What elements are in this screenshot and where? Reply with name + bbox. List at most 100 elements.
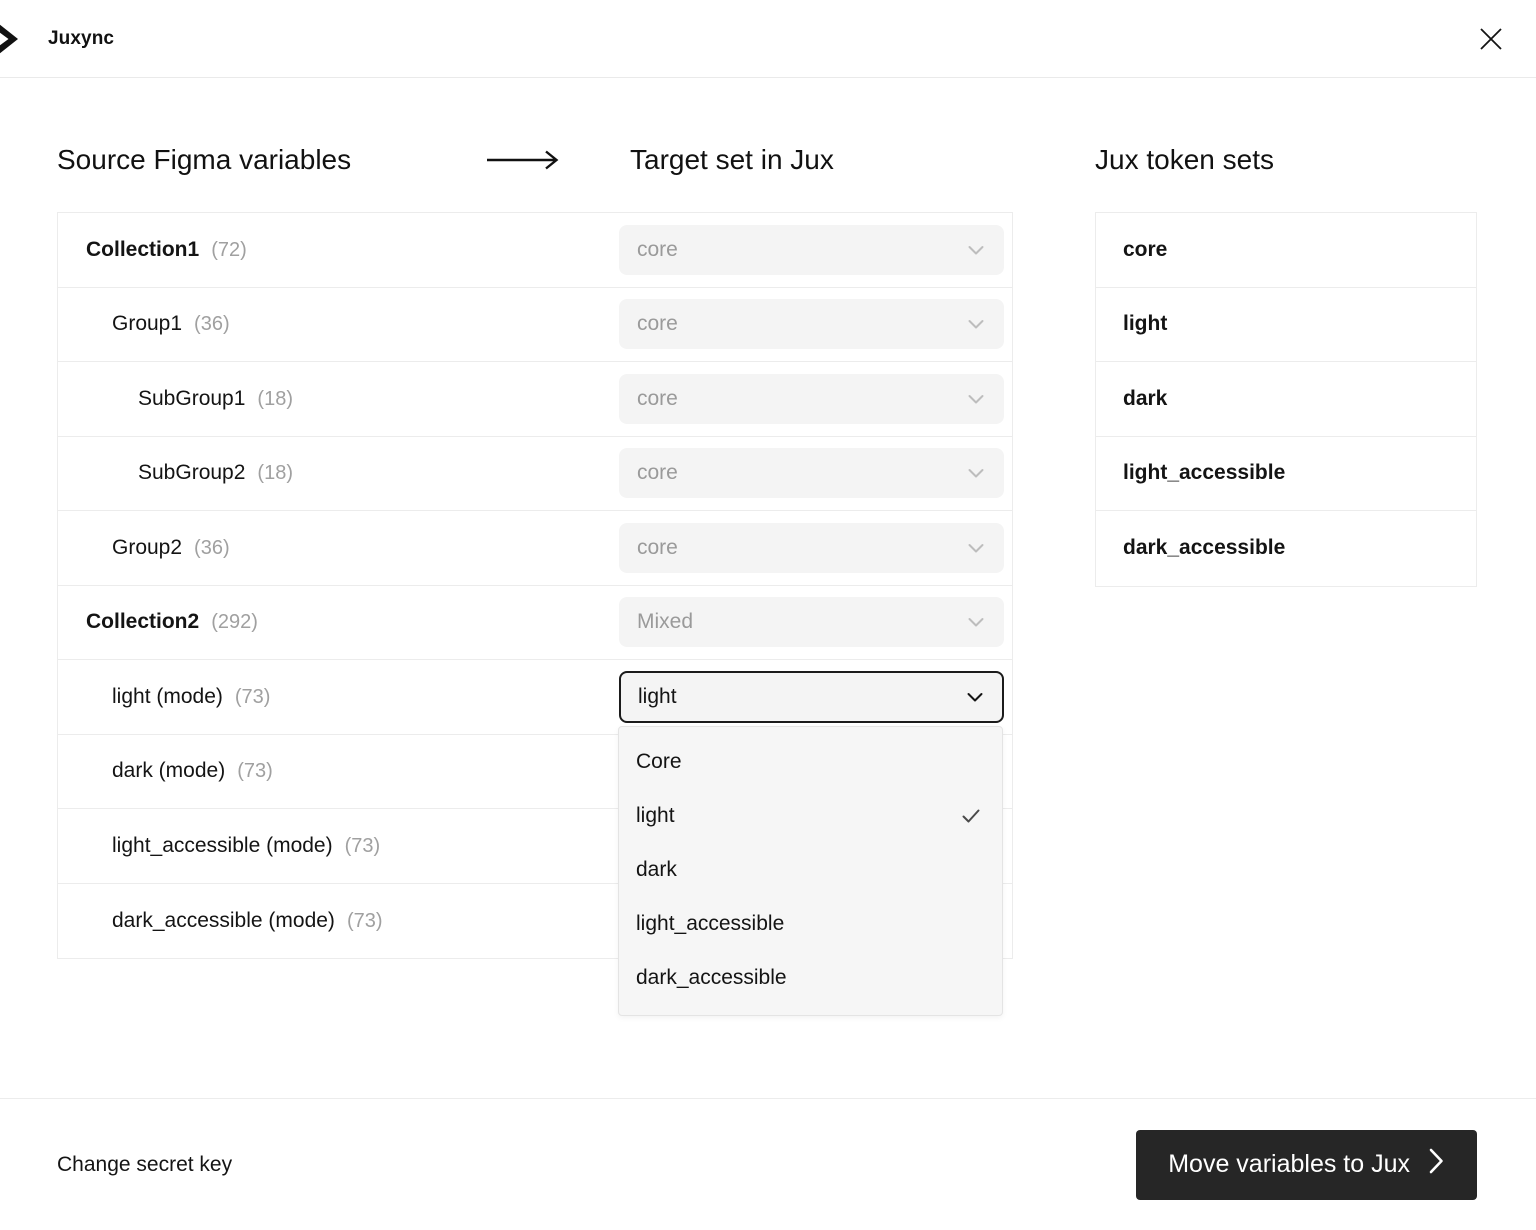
token-set-label: dark (1123, 386, 1168, 410)
variable-group-label: Collection1 (72) (58, 238, 618, 262)
target-set-select-wrapper: core (619, 448, 1004, 499)
variable-group-name: light_accessible (mode) (112, 833, 333, 857)
target-set-value: core (637, 312, 678, 336)
variable-group-name: Group1 (112, 312, 183, 336)
variable-group-label: light (mode) (73) (58, 685, 618, 709)
table-row: Group1 (36) core (58, 288, 1012, 362)
chevron-down-icon (965, 239, 987, 261)
close-icon[interactable] (1468, 16, 1514, 62)
target-set-select-wrapper: core (619, 224, 1004, 275)
target-set-select[interactable]: light (619, 670, 1004, 723)
table-row: SubGroup2 (18) core (58, 437, 1012, 511)
chevron-down-icon (965, 537, 987, 559)
dropdown-option[interactable]: dark (619, 843, 1002, 897)
token-set-row[interactable]: core (1096, 213, 1476, 288)
dropdown-option[interactable]: light (619, 789, 1002, 843)
table-row: Group2 (36) core (58, 511, 1012, 586)
token-set-label: dark_accessible (1123, 536, 1286, 560)
target-set-select-wrapper: core (619, 373, 1004, 424)
variable-group-name: SubGroup1 (138, 386, 246, 410)
chevron-down-icon (964, 686, 986, 708)
column-headings: Source Figma variables Target set in Jux… (0, 136, 1536, 184)
chevron-down-icon (965, 611, 987, 633)
token-set-label: light (1123, 312, 1168, 336)
variable-group-label: Group1 (36) (58, 312, 618, 336)
target-set-select[interactable]: Mixed (619, 597, 1004, 648)
chevron-down-icon (965, 388, 987, 410)
target-set-value: light (638, 684, 677, 708)
variable-group-name: dark (mode) (112, 759, 226, 783)
variable-group-label: dark (mode) (73) (58, 759, 618, 783)
variable-count: (72) (211, 238, 247, 261)
table-row: Collection2 (292) Mixed (58, 586, 1012, 660)
dropdown-option-label: Core (636, 750, 682, 773)
dropdown-option[interactable]: light_accessible (619, 897, 1002, 951)
chevron-right-bold-icon (0, 17, 32, 61)
app-title: Juxync (48, 27, 115, 49)
variable-group-name: Group2 (112, 535, 183, 559)
token-set-row[interactable]: dark (1096, 362, 1476, 437)
change-secret-key-link[interactable]: Change secret key (57, 1153, 232, 1177)
target-set-select[interactable]: core (619, 224, 1004, 275)
heading-jux-token-sets: Jux token sets (1095, 144, 1274, 175)
dropdown-option-label: dark_accessible (636, 966, 787, 989)
target-set-value: core (637, 237, 678, 261)
token-set-row[interactable]: light (1096, 288, 1476, 362)
move-variables-to-jux-button[interactable]: Move variables to Jux (1136, 1129, 1477, 1200)
table-row: Collection1 (72) core (58, 213, 1012, 288)
target-set-select[interactable]: core (619, 448, 1004, 499)
target-set-select[interactable]: core (619, 373, 1004, 424)
jux-token-sets-panel: core light dark light_accessible dark_access… (1095, 212, 1477, 587)
variable-count: (36) (194, 536, 230, 559)
move-variables-label: Move variables to Jux (1168, 1150, 1410, 1178)
variable-count: (18) (257, 387, 293, 410)
variable-group-name: Collection1 (86, 237, 200, 261)
titlebar: Juxync (0, 0, 1536, 78)
dropdown-option-label: dark (636, 858, 677, 881)
target-set-value: core (637, 461, 678, 485)
variable-group-label: Group2 (36) (58, 536, 618, 560)
token-set-row[interactable]: light_accessible (1096, 437, 1476, 511)
dropdown-option[interactable]: dark_accessible (619, 951, 1002, 1005)
variable-group-name: Collection2 (86, 610, 200, 634)
dropdown-option-label: light_accessible (636, 912, 785, 935)
token-set-row[interactable]: dark_accessible (1096, 511, 1476, 586)
dropdown-option[interactable]: Core (619, 735, 1002, 789)
heading-target-set-in-jux: Target set in Jux (630, 144, 834, 175)
brand: Juxync (0, 17, 114, 61)
chevron-down-icon (965, 462, 987, 484)
target-set-value: core (637, 386, 678, 410)
juxync-modal: Juxync Source Figma variables Target set… (0, 0, 1536, 1230)
variable-group-label: light_accessible (mode) (73) (58, 834, 618, 858)
variable-group-label: SubGroup2 (18) (58, 461, 618, 485)
variable-count: (73) (346, 909, 383, 932)
table-row: SubGroup1 (18) core (58, 362, 1012, 437)
table-row: light (mode) (73) light (58, 660, 1012, 735)
variable-count: (73) (344, 834, 381, 857)
variable-group-label: Collection2 (292) (58, 610, 618, 634)
target-set-select-wrapper: light (619, 670, 1004, 723)
check-icon (960, 805, 982, 827)
target-set-select-wrapper: Mixed (619, 597, 1004, 648)
variable-group-name: dark_accessible (mode) (112, 908, 335, 932)
target-set-select[interactable]: core (619, 299, 1004, 350)
variable-count: (292) (211, 611, 258, 634)
token-set-label: light_accessible (1123, 461, 1286, 485)
target-set-dropdown-menu[interactable]: Core light dark light_accessible dark_access… (618, 726, 1003, 1016)
variable-count: (18) (257, 462, 293, 485)
variable-count: (73) (237, 760, 273, 783)
chevron-right-icon (1428, 1147, 1445, 1182)
variable-group-label: SubGroup1 (18) (58, 387, 618, 411)
target-set-value: core (637, 535, 678, 559)
target-set-select-wrapper: core (619, 522, 1004, 573)
chevron-down-icon (965, 313, 987, 335)
variable-group-label: dark_accessible (mode) (73) (58, 909, 618, 933)
token-set-label: core (1123, 237, 1168, 261)
target-set-select[interactable]: core (619, 522, 1004, 573)
long-arrow-right-icon (486, 136, 564, 184)
variable-group-name: SubGroup2 (138, 461, 246, 485)
footer: Change secret key Move variables to Jux (0, 1098, 1536, 1230)
variable-count: (36) (194, 313, 230, 336)
variable-group-name: light (mode) (112, 684, 223, 708)
variable-count: (73) (234, 685, 271, 708)
